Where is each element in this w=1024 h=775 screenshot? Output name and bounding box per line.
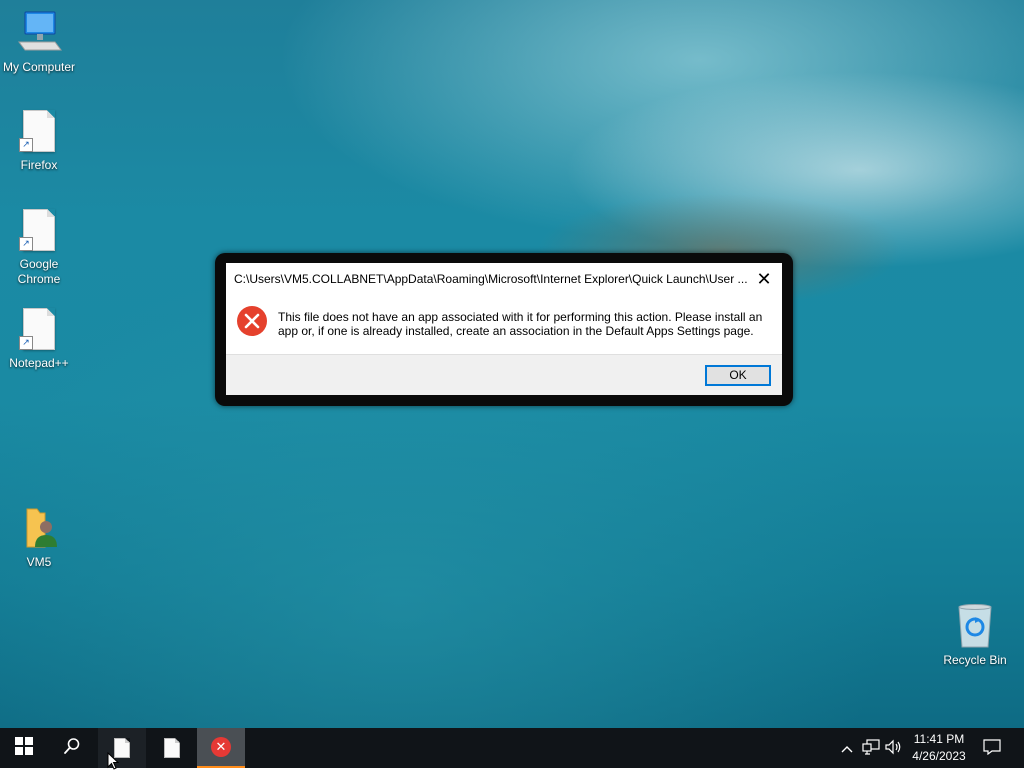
close-button[interactable]: ✕ [750,265,778,293]
error-dialog: C:\Users\VM5.COLLABNET\AppData\Roaming\M… [226,263,782,395]
action-center-button[interactable] [978,728,1006,768]
clock[interactable]: 11:41 PM 4/26/2023 [904,731,974,765]
error-app-icon: ✕ [211,737,231,757]
taskbar-app-document-1[interactable] [98,728,146,768]
close-icon: ✕ [756,269,772,289]
clock-time: 11:41 PM [913,732,965,746]
shortcut-arrow-icon: ↗ [19,138,33,152]
dialog-title: C:\Users\VM5.COLLABNET\AppData\Roaming\M… [234,272,748,286]
network-button[interactable] [860,728,882,768]
desktop-icon-vm5[interactable]: VM5 [0,505,78,570]
taskbar-app-error-dialog[interactable]: ✕ [197,728,245,768]
desktop-icon-label: Firefox [20,158,58,172]
document-shortcut-icon: ↗ [15,306,63,354]
desktop-icon-recycle-bin[interactable]: Recycle Bin [936,603,1014,668]
search-icon [63,737,81,760]
windows-start-icon [15,736,33,760]
notification-icon [983,738,1001,758]
search-button[interactable] [48,728,96,768]
desktop-icon-notepad-plus-plus[interactable]: ↗ Notepad++ [0,306,78,371]
volume-button[interactable] [884,728,904,768]
dialog-footer: OK [226,354,782,395]
desktop-icon-my-computer[interactable]: My Computer [0,10,78,75]
volume-icon [885,739,903,758]
computer-icon [15,10,63,58]
document-shortcut-icon: ↗ [15,207,63,255]
shortcut-arrow-icon: ↗ [19,336,33,350]
network-icon [862,738,880,758]
desktop-icon-label: Notepad++ [9,356,69,370]
desktop-icon-label: Google Chrome [17,257,61,286]
ok-button[interactable]: OK [705,365,771,386]
taskbar-app-document-2[interactable] [148,728,196,768]
taskbar: ✕ 11:41 PM 4/26/2023 [0,728,1024,768]
desktop-icon-label: Recycle Bin [943,653,1007,667]
desktop-icon-label: VM5 [26,555,52,569]
document-shortcut-icon: ↗ [15,108,63,156]
recycle-bin-icon [951,603,999,651]
chevron-up-icon [841,741,853,756]
error-icon [236,305,268,337]
shortcut-arrow-icon: ↗ [19,237,33,251]
desktop-icon-label: My Computer [2,60,76,74]
desktop: My Computer ↗ Firefox ↗ Google Chrome ↗ … [0,0,1024,728]
document-icon [164,738,180,758]
desktop-icon-firefox[interactable]: ↗ Firefox [0,108,78,173]
user-folder-icon [15,505,63,553]
desktop-icon-google-chrome[interactable]: ↗ Google Chrome [0,207,78,287]
clock-date: 4/26/2023 [912,749,966,763]
dialog-message: This file does not have an app associate… [278,310,763,338]
dialog-titlebar[interactable]: C:\Users\VM5.COLLABNET\AppData\Roaming\M… [226,263,782,295]
start-button[interactable] [0,728,48,768]
show-hidden-icons-button[interactable] [838,728,856,768]
